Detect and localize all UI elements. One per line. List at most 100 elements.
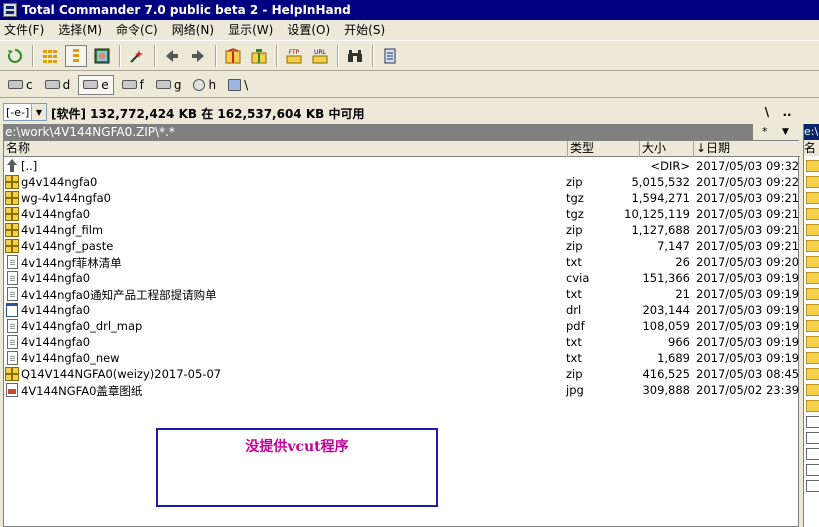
folder-icon[interactable]: [806, 272, 819, 284]
root-dir-button[interactable]: \: [758, 103, 776, 121]
column-type[interactable]: 类型: [568, 141, 640, 157]
folder-icon[interactable]: [806, 256, 819, 268]
brief-view-button[interactable]: [39, 45, 61, 67]
file-icon[interactable]: [806, 416, 819, 428]
back-icon: [166, 49, 178, 62]
folder-icon[interactable]: [806, 176, 819, 188]
folder-icon[interactable]: [806, 208, 819, 220]
history-button[interactable]: *: [762, 124, 768, 140]
column-date[interactable]: ↓日期: [694, 141, 800, 157]
folder-icon[interactable]: [806, 320, 819, 332]
chevron-down-icon[interactable]: ▼: [31, 104, 46, 120]
drive-f-button[interactable]: f: [118, 75, 148, 95]
folder-icon[interactable]: [806, 336, 819, 348]
table-row[interactable]: 4V144NGFA0盖章图纸 jpg 309,888 2017/05/02 23:39: [4, 382, 800, 398]
menu-network[interactable]: 网络(N): [172, 21, 214, 38]
right-current-path[interactable]: e:\: [804, 124, 819, 140]
table-row[interactable]: 4v144ngfa0 cvia 151,366 2017/05/03 09:19: [4, 270, 800, 286]
toolbar-separator: [154, 44, 156, 67]
menu-select[interactable]: 选择(M): [58, 21, 102, 38]
folder-icon[interactable]: [806, 288, 819, 300]
forward-button[interactable]: [187, 45, 209, 67]
drive-select-value: [-e-]: [6, 105, 30, 119]
menu-commands[interactable]: 命令(C): [116, 21, 158, 38]
pack-button[interactable]: [222, 45, 244, 67]
file-icon[interactable]: [806, 464, 819, 476]
drive-bar: c d e f g h \: [0, 72, 819, 98]
drive-c-button[interactable]: c: [4, 75, 37, 95]
drill-file-icon: [6, 303, 18, 317]
folder-icon[interactable]: [806, 352, 819, 364]
file-icon[interactable]: [806, 448, 819, 460]
folder-icon[interactable]: [806, 240, 819, 252]
select-button[interactable]: [126, 45, 148, 67]
file-icon[interactable]: [806, 480, 819, 492]
table-row[interactable]: 4v144ngfa0通知产品工程部提请购单 txt 21 2017/05/03 09:…: [4, 286, 800, 302]
table-row[interactable]: [..] <DIR> 2017/05/03 09:32: [4, 158, 800, 174]
right-file-panel[interactable]: e:\ 名称: [803, 124, 819, 527]
menu-show[interactable]: 显示(W): [228, 21, 273, 38]
forward-icon: [192, 49, 204, 62]
table-row[interactable]: 4v144ngfa0_new txt 1,689 2017/05/03 09:19: [4, 350, 800, 366]
find-icon: [348, 49, 362, 62]
table-row[interactable]: 4v144ngf_paste zip 7,147 2017/05/03 09:21: [4, 238, 800, 254]
table-row[interactable]: 4v144ngf_film zip 1,127,688 2017/05/03 09:2…: [4, 222, 800, 238]
menu-file[interactable]: 文件(F): [4, 21, 44, 38]
table-row[interactable]: wg-4v144ngfa0 tgz 1,594,271 2017/05/03 09:2…: [4, 190, 800, 206]
drive-d-button[interactable]: d: [41, 75, 75, 95]
right-column-name[interactable]: 名称: [804, 140, 819, 156]
menu-bar: 文件(F) 选择(M) 命令(C) 网络(N) 显示(W) 设置(O) 开始(S…: [0, 20, 819, 39]
folder-icon[interactable]: [806, 400, 819, 412]
menu-start[interactable]: 开始(S): [344, 21, 385, 38]
drive-select[interactable]: [-e-] ▼: [3, 103, 47, 121]
url-icon: URL: [312, 49, 328, 63]
ftp-icon: FTP: [286, 49, 302, 63]
folder-icon[interactable]: [806, 224, 819, 236]
toolbar-separator: [215, 44, 217, 67]
table-row[interactable]: 4v144ngfa0 tgz 10,125,119 2017/05/03 09:21: [4, 206, 800, 222]
back-button[interactable]: [161, 45, 183, 67]
chevron-down-icon[interactable]: ▼: [782, 124, 789, 140]
drive-h-button[interactable]: h: [189, 75, 220, 95]
folder-icon[interactable]: [806, 160, 819, 172]
full-view-button[interactable]: [65, 44, 87, 67]
unpack-button[interactable]: [248, 45, 270, 67]
parent-dir-button[interactable]: ..: [778, 103, 796, 121]
folder-icon[interactable]: [806, 304, 819, 316]
table-row[interactable]: 4v144ngfa0 drl 203,144 2017/05/03 09:19: [4, 302, 800, 318]
folder-icon[interactable]: [806, 384, 819, 396]
notepad-button[interactable]: [379, 45, 401, 67]
table-row[interactable]: Q14V144NGFA0(weizy)2017-05-07 zip 416,525 2…: [4, 366, 800, 382]
image-file-icon: [6, 383, 18, 397]
text-file-icon: [7, 255, 18, 269]
drive-g-button[interactable]: g: [152, 75, 186, 95]
table-row[interactable]: 4v144ngf菲林清单 txt 26 2017/05/03 09:20: [4, 254, 800, 270]
drive-e-button[interactable]: e: [78, 74, 114, 95]
annotation-text: 没提供vcut程序: [245, 439, 349, 455]
menu-configuration[interactable]: 设置(O): [287, 21, 330, 38]
cd-drive-icon: [193, 78, 206, 91]
thumbnail-button[interactable]: [91, 45, 113, 67]
app-icon[interactable]: [3, 3, 17, 17]
drive-network-button[interactable]: \: [224, 75, 252, 95]
refresh-button[interactable]: [4, 45, 26, 67]
table-row[interactable]: 4v144ngfa0 txt 966 2017/05/03 09:19: [4, 334, 800, 350]
archive-icon: [5, 367, 19, 381]
folder-icon[interactable]: [806, 192, 819, 204]
find-button[interactable]: [344, 45, 366, 67]
column-size[interactable]: 大小: [640, 141, 694, 157]
folder-icon[interactable]: [806, 368, 819, 380]
file-list: [..] <DIR> 2017/05/03 09:32 g4v144ngfa0 zip…: [4, 158, 800, 398]
unpack-icon: [251, 48, 267, 63]
table-row[interactable]: 4v144ngfa0_drl_map pdf 108,059 2017/05/03 0…: [4, 318, 800, 334]
text-file-icon: [7, 335, 18, 349]
column-header: 名称 类型 大小 ↓日期: [4, 141, 800, 157]
select-icon: [130, 49, 143, 63]
column-name[interactable]: 名称: [4, 141, 568, 157]
ftp-button[interactable]: FTP: [283, 45, 305, 67]
svg-text:URL: URL: [314, 49, 327, 56]
url-button[interactable]: URL: [309, 45, 331, 67]
table-row[interactable]: g4v144ngfa0 zip 5,015,532 2017/05/03 09:22: [4, 174, 800, 190]
current-path[interactable]: e:\work\4V144NGFA0.ZIP\*.*: [3, 124, 753, 140]
file-icon[interactable]: [806, 432, 819, 444]
